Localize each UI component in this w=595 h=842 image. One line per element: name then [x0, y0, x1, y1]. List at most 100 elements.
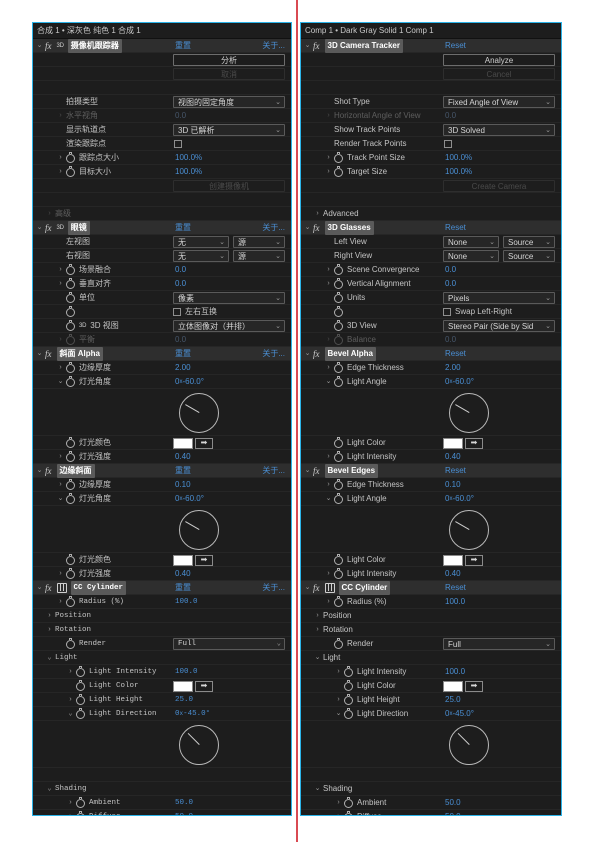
stopwatch-icon[interactable] [334, 291, 343, 303]
dropdown-单位[interactable]: 像素 ⌄ [173, 292, 285, 304]
property-row[interactable]: ⌄ Shading [33, 782, 291, 796]
reset-link[interactable]: Reset [445, 39, 466, 53]
reset-link[interactable]: Reset [445, 221, 466, 235]
angle-dial[interactable] [179, 510, 219, 550]
checkbox[interactable] [174, 140, 182, 148]
angle-dial[interactable] [179, 393, 219, 433]
eyedropper-icon[interactable]: ➡ [195, 437, 213, 449]
about-link[interactable]: 关于... [262, 347, 285, 361]
property-value[interactable]: 0.0 [175, 109, 186, 123]
property-value[interactable]: 0.40 [175, 450, 191, 464]
about-link[interactable]: 关于... [262, 39, 285, 53]
stopwatch-icon[interactable] [334, 436, 343, 448]
stopwatch-icon[interactable] [66, 492, 75, 504]
color-swatch[interactable] [443, 437, 463, 449]
stopwatch-icon[interactable] [66, 291, 75, 303]
stopwatch-icon[interactable] [76, 796, 85, 808]
color-swatch[interactable] [173, 437, 193, 449]
color-control[interactable]: ➡ [173, 554, 213, 566]
reset-link[interactable]: Reset [445, 464, 466, 478]
twirl-arrow-icon[interactable]: › [67, 693, 74, 707]
property-value[interactable]: 0.10 [175, 478, 191, 492]
property-row[interactable]: › Rotation [33, 623, 291, 637]
twirl-arrow-icon[interactable]: ⌄ [57, 492, 64, 506]
color-control[interactable]: ➡ [443, 437, 483, 449]
twirl-arrow-icon[interactable]: ⌄ [67, 707, 74, 721]
stopwatch-icon[interactable] [66, 478, 75, 490]
stopwatch-icon[interactable] [334, 478, 343, 490]
twirl-arrow-icon[interactable]: ⌄ [314, 651, 321, 665]
twirl-arrow-icon[interactable]: ⌄ [304, 581, 311, 595]
analyze-button[interactable]: 分析 [173, 54, 285, 66]
dropdown-Show Track Points[interactable]: 3D Solved ⌄ [443, 124, 555, 136]
stopwatch-icon[interactable] [334, 450, 343, 462]
angle-value[interactable]: 0 x -45.0° [175, 707, 210, 721]
property-value[interactable]: 0.40 [445, 450, 461, 464]
color-swatch[interactable] [443, 554, 463, 566]
effect-controls-panel-english[interactable]: Comp 1 • Dark Gray Solid 1 Comp 1 ⌄ fx 3D … [300, 22, 562, 816]
stopwatch-icon[interactable] [334, 333, 343, 345]
stopwatch-icon[interactable] [344, 665, 353, 677]
checkbox-with-label[interactable]: 左右互换 [173, 305, 217, 319]
property-row[interactable]: › Position [33, 609, 291, 623]
reset-link[interactable]: 重置 [175, 347, 191, 361]
effect-header[interactable]: ⌄ fx CC Cylinder 重置 关于... [33, 581, 291, 595]
property-row[interactable]: › Position [301, 609, 561, 623]
twirl-arrow-icon[interactable]: › [335, 810, 342, 815]
stopwatch-icon[interactable] [66, 277, 75, 289]
analyze-button[interactable]: Analyze [443, 54, 555, 66]
property-value[interactable]: 0.0 [175, 333, 186, 347]
twirl-arrow-icon[interactable]: › [67, 796, 74, 810]
twirl-arrow-icon[interactable]: › [325, 478, 332, 492]
effect-header[interactable]: ⌄ fx 3D 摄像机跟踪器 重置 关于... [33, 39, 291, 53]
dropdown-view[interactable]: 无 ⌄ [173, 250, 229, 262]
property-value[interactable]: 50.0 [175, 810, 193, 815]
about-link[interactable]: 关于... [262, 221, 285, 235]
property-value[interactable]: 50.0 [445, 810, 461, 815]
reset-link[interactable]: 重置 [175, 581, 191, 595]
twirl-arrow-icon[interactable]: › [67, 665, 74, 679]
twirl-arrow-icon[interactable]: › [57, 109, 64, 123]
stopwatch-icon[interactable] [334, 305, 343, 317]
twirl-arrow-icon[interactable]: › [46, 207, 53, 221]
twirl-arrow-icon[interactable]: › [325, 595, 332, 609]
property-row[interactable]: › Advanced [301, 207, 561, 221]
effect-controls-panel-chinese[interactable]: 合成 1 • 深灰色 纯色 1 合成 1 ⌄ fx 3D 摄像机跟踪器 重置 关于... 分… [32, 22, 292, 816]
dropdown-source[interactable]: Source ⌄ [503, 250, 555, 262]
dropdown-view[interactable]: 无 ⌄ [173, 236, 229, 248]
twirl-arrow-icon[interactable]: ⌄ [36, 347, 43, 361]
eyedropper-icon[interactable]: ➡ [465, 680, 483, 692]
stopwatch-icon[interactable] [334, 375, 343, 387]
property-row[interactable]: ⌄ Shading [301, 782, 561, 796]
checkbox[interactable] [173, 308, 181, 316]
checkbox[interactable] [444, 140, 452, 148]
stopwatch-icon[interactable] [66, 436, 75, 448]
property-value[interactable]: 0.0 [175, 277, 186, 291]
stopwatch-icon[interactable] [66, 305, 75, 317]
twirl-arrow-icon[interactable]: › [314, 609, 321, 623]
property-value[interactable]: 25.0 [175, 693, 193, 707]
twirl-arrow-icon[interactable]: › [325, 263, 332, 277]
twirl-arrow-icon[interactable]: ⌄ [36, 221, 43, 235]
angle-dial[interactable] [179, 725, 219, 765]
property-value[interactable]: 0.0 [445, 333, 456, 347]
twirl-arrow-icon[interactable]: ⌄ [304, 464, 311, 478]
reset-link[interactable]: Reset [445, 581, 466, 595]
stopwatch-icon[interactable] [66, 319, 75, 331]
twirl-arrow-icon[interactable]: ⌄ [57, 375, 64, 389]
twirl-arrow-icon[interactable]: › [57, 263, 64, 277]
stopwatch-icon[interactable] [76, 693, 85, 705]
stopwatch-icon[interactable] [334, 319, 343, 331]
twirl-arrow-icon[interactable]: › [67, 810, 74, 815]
dropdown-source[interactable]: Source ⌄ [503, 236, 555, 248]
angle-value[interactable]: 0 x -45.0° [445, 707, 474, 721]
dropdown-3D View[interactable]: Stereo Pair (Side by Sid ⌄ [443, 320, 555, 332]
reset-link[interactable]: 重置 [175, 39, 191, 53]
stopwatch-icon[interactable] [334, 263, 343, 275]
property-value[interactable]: 0.10 [445, 478, 461, 492]
dropdown-view[interactable]: None ⌄ [443, 250, 499, 262]
twirl-arrow-icon[interactable]: › [57, 595, 64, 609]
angle-value[interactable]: 0 x -60.0° [175, 375, 204, 389]
twirl-arrow-icon[interactable]: › [325, 450, 332, 464]
effect-header[interactable]: ⌄ fx 边缘斜面 重置 关于... [33, 464, 291, 478]
